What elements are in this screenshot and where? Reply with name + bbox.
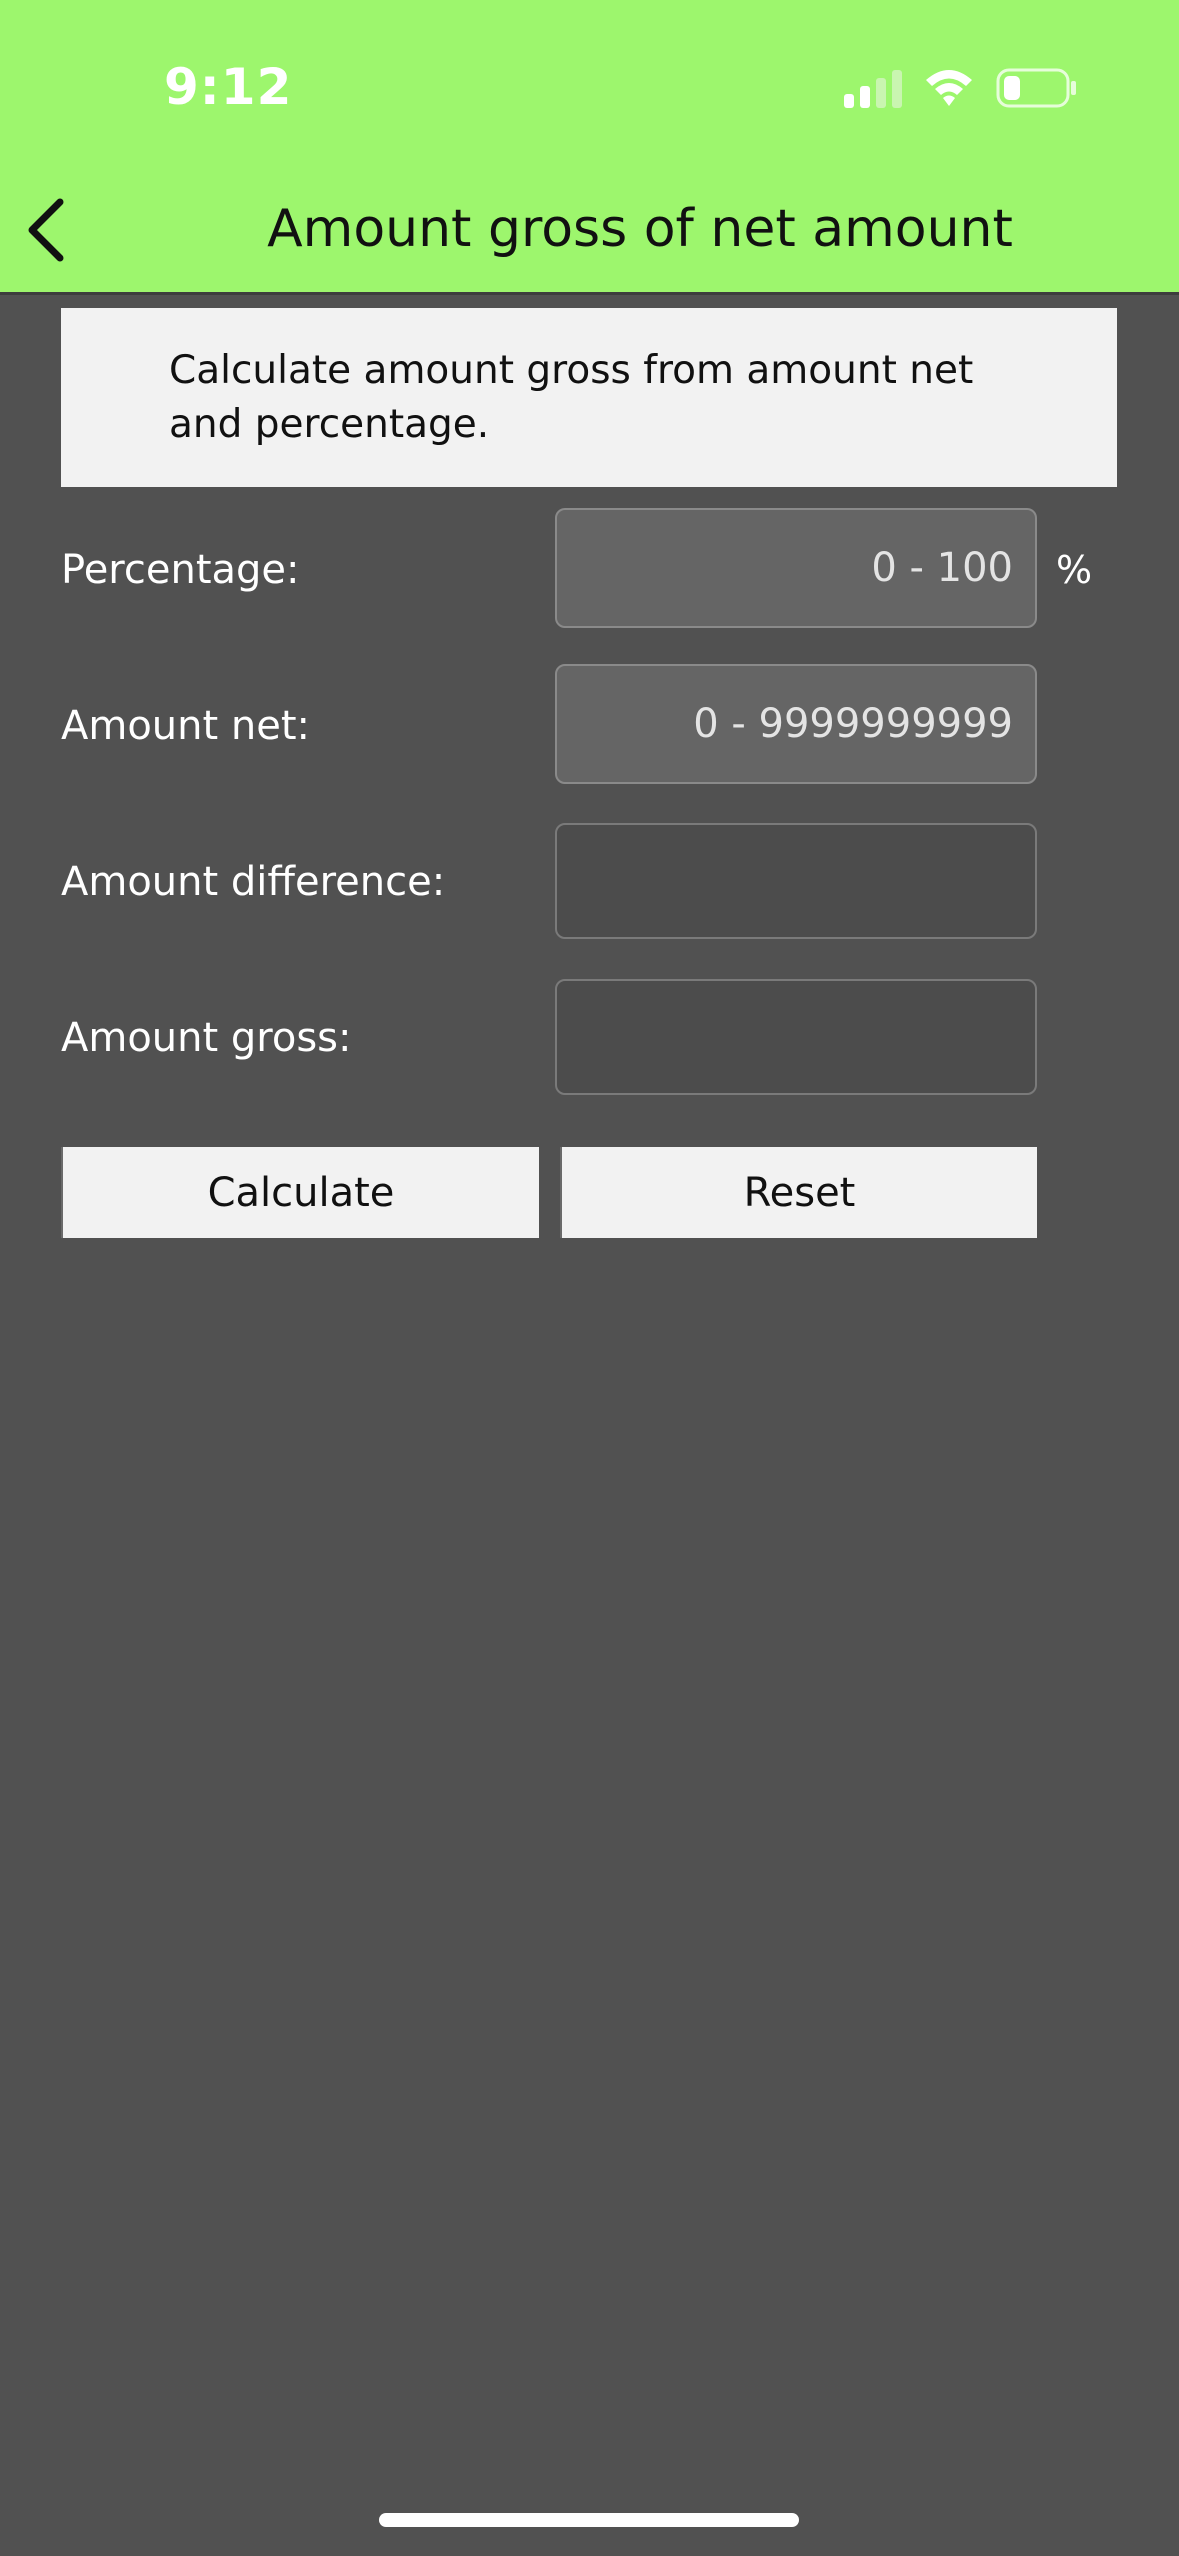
- battery-icon: [996, 68, 1076, 108]
- reset-button[interactable]: Reset: [560, 1147, 1037, 1238]
- cellular-signal-icon: [844, 70, 902, 108]
- amount-gross-label: Amount gross:: [61, 1015, 352, 1061]
- calculate-button[interactable]: Calculate: [61, 1147, 539, 1238]
- home-indicator[interactable]: [379, 2513, 799, 2527]
- percentage-label: Percentage:: [61, 547, 300, 593]
- percent-unit-label: %: [1056, 548, 1093, 592]
- amount-difference-field[interactable]: [555, 823, 1037, 939]
- status-bar-time: 9:12: [164, 58, 293, 116]
- wifi-icon: [926, 70, 972, 106]
- header-divider: [0, 292, 1179, 295]
- amount-net-input[interactable]: [555, 664, 1037, 784]
- back-chevron-icon[interactable]: [14, 190, 84, 270]
- percentage-input[interactable]: [555, 508, 1037, 628]
- amount-net-label: Amount net:: [61, 703, 311, 749]
- amount-gross-field[interactable]: [555, 979, 1037, 1095]
- description-text: Calculate amount gross from amount net a…: [169, 348, 974, 447]
- description-panel: Calculate amount gross from amount net a…: [61, 308, 1117, 487]
- amount-difference-label: Amount difference:: [61, 859, 446, 905]
- page-title: Amount gross of net amount: [267, 199, 1013, 259]
